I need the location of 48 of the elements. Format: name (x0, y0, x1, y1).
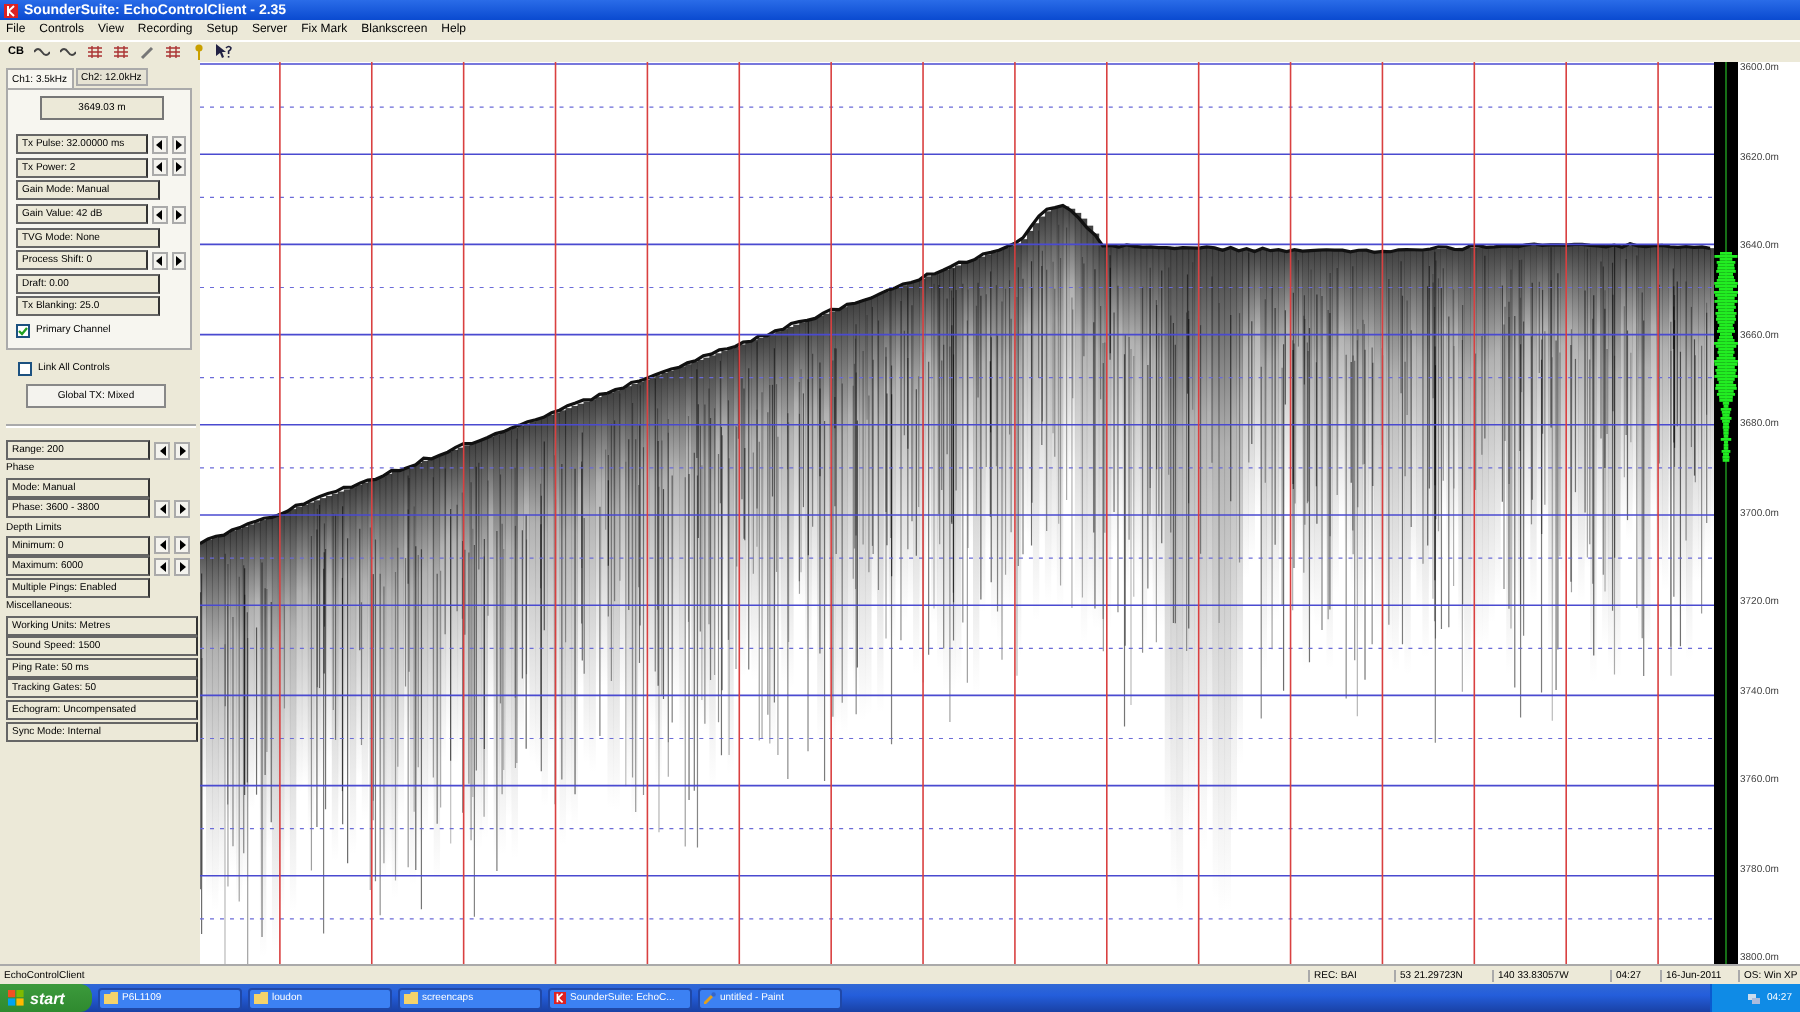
app-logo-icon (554, 992, 566, 1004)
increase-button[interactable] (171, 158, 186, 177)
app-logo-icon (4, 3, 18, 17)
left-triangle-icon (156, 209, 163, 220)
left-triangle-icon (159, 503, 165, 514)
decrease-button[interactable] (154, 536, 170, 555)
increase-button[interactable] (171, 205, 186, 224)
toolbar-button[interactable] (32, 43, 52, 61)
right-triangle-icon (175, 255, 182, 266)
right-triangle-icon (175, 209, 182, 220)
increase-button[interactable] (174, 441, 190, 460)
network-icon (1748, 992, 1761, 1004)
folder-icon (104, 992, 118, 1004)
left-triangle-icon (156, 255, 163, 266)
left-triangle-icon (159, 445, 165, 456)
grid-icon (113, 46, 127, 58)
toolbar-button[interactable] (58, 43, 78, 61)
decrease-button[interactable] (152, 135, 168, 154)
folder-icon (254, 992, 268, 1004)
windows-logo-icon (8, 990, 24, 1006)
start-button[interactable]: start (0, 984, 92, 1012)
folder-icon (404, 992, 418, 1004)
increase-button[interactable] (171, 251, 186, 270)
key-icon (193, 44, 203, 60)
decrease-button[interactable] (152, 158, 168, 177)
left-triangle-icon (156, 162, 163, 173)
increase-button[interactable] (174, 536, 190, 555)
right-triangle-icon (175, 162, 182, 173)
grid-icon (87, 46, 101, 58)
help-icon (216, 44, 232, 60)
increase-button[interactable] (174, 499, 190, 518)
increase-button[interactable] (171, 135, 186, 154)
pencil-icon (139, 45, 153, 59)
decrease-button[interactable] (152, 205, 168, 224)
grid-icon (165, 46, 179, 58)
toolbar-button[interactable] (214, 43, 234, 61)
checkbox[interactable] (18, 361, 32, 376)
checkbox[interactable] (16, 323, 30, 338)
increase-button[interactable] (174, 557, 190, 576)
left-triangle-icon (156, 139, 163, 150)
paint-brush-icon (704, 992, 716, 1004)
decrease-button[interactable] (154, 441, 170, 460)
decrease-button[interactable] (154, 499, 170, 518)
right-triangle-icon (175, 139, 182, 150)
right-triangle-icon (179, 445, 185, 456)
right-triangle-icon (179, 503, 185, 514)
decrease-button[interactable] (154, 557, 170, 576)
decrease-button[interactable] (152, 251, 168, 270)
